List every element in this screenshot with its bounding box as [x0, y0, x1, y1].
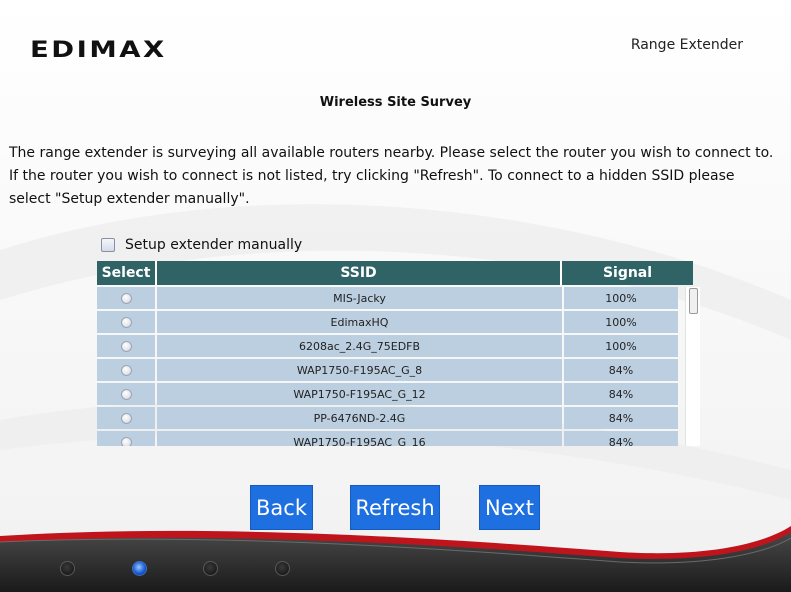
ssid-cell: PP-6476ND-2.4G [157, 407, 562, 429]
select-radio[interactable] [120, 436, 132, 446]
step-indicator-2-active [132, 561, 147, 576]
header-select: Select [97, 261, 157, 285]
select-cell [97, 311, 155, 333]
header-ssid: SSID [157, 261, 562, 285]
table-row[interactable]: PP-6476ND-2.4G 84% [97, 407, 700, 429]
ssid-cell: WAP1750-F195AC_G_12 [157, 383, 562, 405]
select-radio[interactable] [120, 340, 132, 352]
select-cell [97, 287, 155, 309]
select-cell [97, 335, 155, 357]
ssid-cell: 6208ac_2.4G_75EDFB [157, 335, 562, 357]
scrollbar-thumb[interactable] [689, 288, 698, 314]
ssid-cell: MIS-Jacky [157, 287, 562, 309]
back-button[interactable]: Back [250, 485, 313, 530]
signal-cell: 84% [564, 407, 678, 429]
signal-cell: 84% [564, 359, 678, 381]
ssid-cell: EdimaxHQ [157, 311, 562, 333]
step-indicator-3 [203, 561, 218, 576]
select-cell [97, 359, 155, 381]
select-cell [97, 383, 155, 405]
signal-cell: 84% [564, 431, 678, 446]
ssid-cell: WAP1750-F195AC_G_8 [157, 359, 562, 381]
select-cell [97, 407, 155, 429]
select-radio[interactable] [120, 388, 132, 400]
signal-cell: 100% [564, 287, 678, 309]
ssid-cell: WAP1750-F195AC_G_16 [157, 431, 562, 446]
signal-cell: 100% [564, 311, 678, 333]
select-radio[interactable] [120, 412, 132, 424]
survey-table: MIS-Jacky 100% EdimaxHQ 100% 6208ac_2.4G… [97, 287, 700, 446]
setup-manual-row[interactable]: Setup extender manually [101, 237, 302, 253]
table-row[interactable]: WAP1750-F195AC_G_12 84% [97, 383, 700, 405]
select-radio[interactable] [120, 364, 132, 376]
setup-manual-label: Setup extender manually [125, 237, 303, 253]
edimax-logo: EDIMAX [30, 38, 167, 63]
page-title: Wireless Site Survey [319, 95, 472, 110]
table-row[interactable]: WAP1750-F195AC_G_16 84% [97, 431, 700, 446]
table-row[interactable]: EdimaxHQ 100% [97, 311, 700, 333]
product-name: Range Extender [630, 37, 743, 53]
step-indicator-4 [275, 561, 290, 576]
table-scrollbar[interactable] [685, 287, 700, 446]
table-row[interactable]: 6208ac_2.4G_75EDFB 100% [97, 335, 700, 357]
intro-text: The range extender is surveying all avai… [9, 145, 774, 207]
next-button[interactable]: Next [479, 485, 540, 530]
header-signal: Signal [602, 265, 653, 281]
table-row[interactable]: WAP1750-F195AC_G_8 84% [97, 359, 700, 381]
step-indicator-1 [60, 561, 75, 576]
select-cell [97, 431, 155, 446]
table-header: Select SSID Signal [97, 261, 693, 285]
signal-cell: 84% [564, 383, 678, 405]
select-radio[interactable] [120, 292, 132, 304]
setup-manual-checkbox[interactable] [101, 238, 115, 252]
signal-cell: 100% [564, 335, 678, 357]
select-radio[interactable] [120, 316, 132, 328]
refresh-button[interactable]: Refresh [350, 485, 440, 530]
table-row[interactable]: MIS-Jacky 100% [97, 287, 700, 309]
